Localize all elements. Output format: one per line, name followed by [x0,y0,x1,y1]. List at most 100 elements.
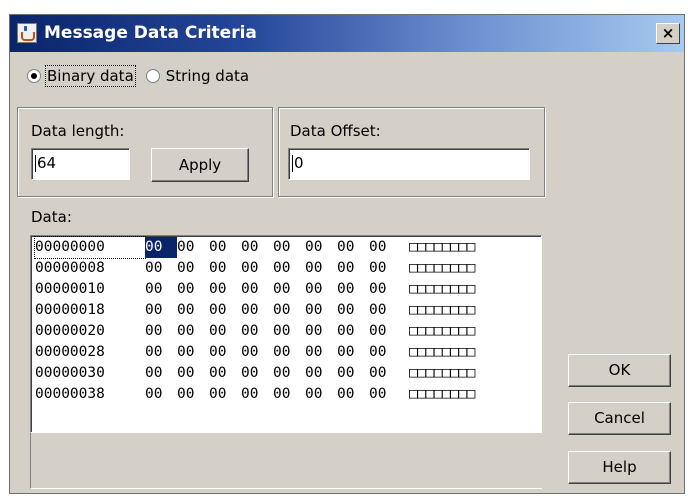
cancel-button[interactable]: Cancel [568,402,671,435]
byte-cell[interactable]: 00 [305,342,337,363]
data-offset-field[interactable]: 0 [288,148,530,180]
byte-cell[interactable]: 00 [369,237,401,258]
byte-cell[interactable]: 00 [337,342,369,363]
byte-cell[interactable]: 00 [145,363,177,384]
ascii-column[interactable]: □□□□□□□□ [409,237,475,258]
data-offset-label: Data Offset: [290,122,381,140]
data-length-field[interactable]: 64 [31,148,130,180]
byte-cell[interactable]: 00 [241,300,273,321]
byte-cell[interactable]: 00 [369,279,401,300]
byte-cell[interactable]: 00 [337,321,369,342]
row-address: 00000038 [35,386,105,402]
byte-cell[interactable]: 00 [305,321,337,342]
data-length-label: Data length: [31,122,125,140]
byte-cell[interactable]: 00 [209,237,241,258]
byte-cell[interactable]: 00 [177,237,209,258]
byte-cell[interactable]: 00 [209,363,241,384]
byte-cell[interactable]: 00 [273,279,305,300]
byte-cell[interactable]: 00 [209,321,241,342]
binary-data-label[interactable]: Binary data [45,65,136,87]
hex-view-lower-panel [30,433,542,489]
hex-row: 00000000 00 00 00 00 00 00 00 00 □□□□□□□□ [34,236,475,259]
data-length-group: Data length: 64 Apply [17,107,273,197]
ascii-column[interactable]: □□□□□□□□ [409,258,475,279]
byte-cell[interactable]: 00 [273,321,305,342]
byte-cell[interactable]: 00 [305,300,337,321]
byte-cell[interactable]: 00 [145,384,177,405]
byte-cell[interactable]: 00 [241,384,273,405]
ascii-column[interactable]: □□□□□□□□ [409,300,475,321]
java-cup-icon [17,23,37,43]
byte-cell[interactable]: 00 [305,258,337,279]
byte-cell[interactable]: 00 [369,342,401,363]
ascii-column[interactable]: □□□□□□□□ [409,342,475,363]
byte-cell[interactable]: 00 [241,321,273,342]
byte-cell[interactable]: 00 [273,300,305,321]
hex-row: 00000038 00 00 00 00 00 00 00 00 □□□□□□□□ [35,384,475,405]
byte-cell[interactable]: 00 [145,342,177,363]
byte-cell[interactable]: 00 [241,237,273,258]
row-address: 00000000 [34,236,146,259]
byte-cell[interactable]: 00 [241,342,273,363]
byte-cell[interactable]: 00 [273,258,305,279]
row-address: 00000030 [35,365,105,381]
byte-cell[interactable]: 00 [369,300,401,321]
byte-cell[interactable]: 00 [369,384,401,405]
byte-cell[interactable]: 00 [177,300,209,321]
byte-cell[interactable]: 00 [177,384,209,405]
byte-cell[interactable]: 00 [273,237,305,258]
byte-cell[interactable]: 00 [337,300,369,321]
byte-cell[interactable]: 00 [145,321,177,342]
byte-cell[interactable]: 00 [209,279,241,300]
byte-cell[interactable]: 00 [369,258,401,279]
byte-cell[interactable]: 00 [337,363,369,384]
byte-cell[interactable]: 00 [305,384,337,405]
apply-button[interactable]: Apply [151,148,249,182]
help-button[interactable]: Help [568,451,671,484]
byte-cell[interactable]: 00 [241,258,273,279]
byte-cell[interactable]: 00 [209,258,241,279]
row-address: 00000020 [35,323,105,339]
byte-cell[interactable]: 00 [337,384,369,405]
ascii-column[interactable]: □□□□□□□□ [409,384,475,405]
close-button[interactable]: × [656,23,680,44]
byte-cell[interactable]: 00 [177,342,209,363]
byte-cell[interactable]: 00 [369,363,401,384]
byte-cell[interactable]: 00 [177,279,209,300]
row-address: 00000018 [35,302,105,318]
byte-cell[interactable]: 00 [209,300,241,321]
byte-cell[interactable]: 00 [145,237,177,258]
hex-data-view[interactable]: 00000000 00 00 00 00 00 00 00 00 □□□□□□□□ 0000000… [30,235,542,433]
string-data-radio[interactable] [145,69,160,83]
byte-cell[interactable]: 00 [177,363,209,384]
byte-cell[interactable]: 00 [273,384,305,405]
byte-cell[interactable]: 00 [241,363,273,384]
byte-cell[interactable]: 00 [209,342,241,363]
ascii-column[interactable]: □□□□□□□□ [409,363,475,384]
ascii-column[interactable]: □□□□□□□□ [409,279,475,300]
byte-cell[interactable]: 00 [337,237,369,258]
ok-button[interactable]: OK [568,354,671,387]
hex-row: 00000010 00 00 00 00 00 00 00 00 □□□□□□□□ [35,279,475,300]
byte-cell[interactable]: 00 [369,321,401,342]
byte-cell[interactable]: 00 [209,384,241,405]
byte-cell[interactable]: 00 [145,279,177,300]
hex-row: 00000030 00 00 00 00 00 00 00 00 □□□□□□□□ [35,363,475,384]
byte-cell[interactable]: 00 [337,258,369,279]
byte-cell[interactable]: 00 [273,363,305,384]
byte-cell[interactable]: 00 [177,258,209,279]
byte-cell[interactable]: 00 [273,342,305,363]
string-data-label[interactable]: String data [166,67,249,85]
ascii-column[interactable]: □□□□□□□□ [409,321,475,342]
data-type-radio-group: Binary data String data [27,64,261,88]
byte-cell[interactable]: 00 [305,237,337,258]
byte-cell[interactable]: 00 [305,363,337,384]
byte-cell[interactable]: 00 [305,279,337,300]
byte-cell[interactable]: 00 [145,300,177,321]
byte-cell[interactable]: 00 [145,258,177,279]
byte-cell[interactable]: 00 [337,279,369,300]
title-bar[interactable]: Message Data Criteria × [10,15,684,52]
byte-cell[interactable]: 00 [241,279,273,300]
binary-data-radio[interactable] [27,69,41,83]
byte-cell[interactable]: 00 [177,321,209,342]
